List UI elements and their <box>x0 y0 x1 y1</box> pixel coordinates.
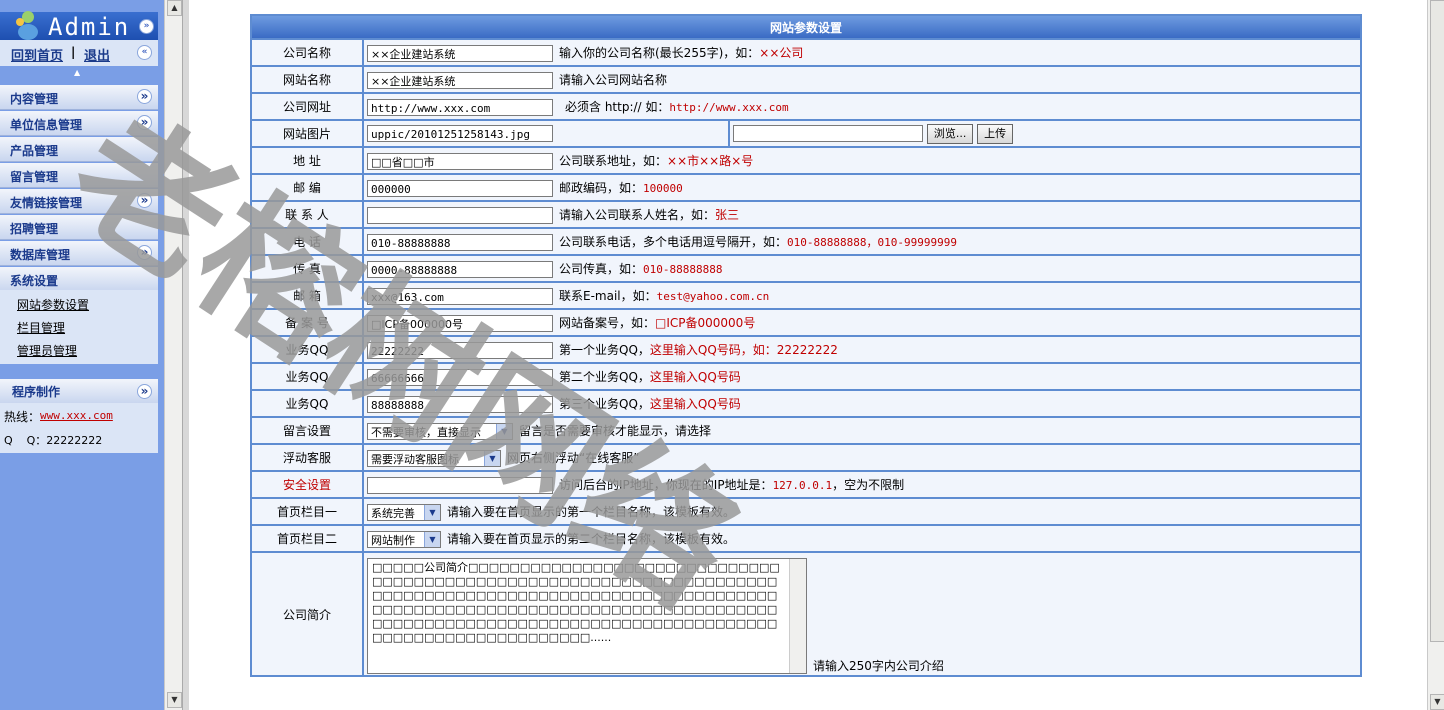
row-contact: 联 系 人 请输入公司联系人姓名，如：张三 <box>252 202 1360 227</box>
company-url-input[interactable]: http://www.xxx.com <box>367 98 553 116</box>
row-icp: 备 案 号 □ICP备000000号 网站备案号，如：□ICP备000000号 <box>252 310 1360 335</box>
submenu-site-params[interactable]: 网站参数设置 <box>17 296 89 313</box>
email-input[interactable]: xxx@163.com <box>367 287 553 305</box>
icp-input[interactable]: □ICP备000000号 <box>367 314 553 332</box>
main-area: 网站参数设置 公司名称 ××企业建站系统 输入你的公司名称(最长255字)，如：×… <box>189 0 1427 710</box>
main-scrollbar[interactable]: ▼ <box>1427 0 1444 710</box>
scroll-up-icon[interactable]: ▲ <box>167 0 182 16</box>
left-scrollbar[interactable]: ▲ ▼ <box>164 0 182 710</box>
expand-icon[interactable]: » <box>137 384 152 399</box>
scroll-down-icon[interactable]: ▼ <box>167 692 182 708</box>
qq2-input[interactable]: 66666666 <box>367 368 553 386</box>
address-input[interactable]: □□省□□市 <box>367 152 553 170</box>
chevron-down-icon[interactable]: ▼ <box>484 450 500 466</box>
row-fax: 传 真 0000-88888888 公司传真，如：010-88888888 <box>252 256 1360 281</box>
row-home-col2: 首页栏目二 网站制作 ▼ 请输入要在首页显示的第二个栏目名称，该模板有效。 <box>252 526 1360 551</box>
row-postcode: 邮 编 000000 邮政编码，如：100000 <box>252 175 1360 200</box>
menu-unit-info[interactable]: 单位信息管理» <box>0 111 158 136</box>
chevron-down-icon[interactable]: ▼ <box>496 423 512 439</box>
menu-messages[interactable]: 留言管理 <box>0 163 158 188</box>
scroll-up-icon[interactable]: ▲ <box>74 68 80 77</box>
row-site-name: 网站名称 ××企业建站系统 请输入公司网站名称 <box>252 67 1360 92</box>
fax-input[interactable]: 0000-88888888 <box>367 260 553 278</box>
menu-products[interactable]: 产品管理 <box>0 137 158 162</box>
separator: | <box>71 45 76 59</box>
row-qq3: 业务QQ 88888888 第三个业务QQ，这里输入QQ号码 <box>252 391 1360 416</box>
admin-logo-icon <box>16 11 38 40</box>
admin-header: Admin » <box>0 11 158 41</box>
menu-links[interactable]: 友情链接管理» <box>0 189 158 214</box>
submenu-admins[interactable]: 管理员管理 <box>17 342 77 359</box>
menu-database[interactable]: 数据库管理» <box>0 241 158 266</box>
upload-button[interactable]: 上传 <box>977 123 1014 144</box>
row-site-image: 网站图片 uppic/20101251258143.jpg 浏览... 上传 <box>252 121 1360 146</box>
row-message-setting: 留言设置 不需要审核，直接显示 ▼ 留言是否需要审核才能显示，请选择 <box>252 418 1360 443</box>
phone-input[interactable]: 010-88888888 <box>367 233 553 251</box>
qq3-input[interactable]: 88888888 <box>367 395 553 413</box>
form-title: 网站参数设置 <box>252 16 1360 38</box>
expand-icon[interactable]: » <box>137 245 152 260</box>
postcode-input[interactable]: 000000 <box>367 179 553 197</box>
site-name-input[interactable]: ××企业建站系统 <box>367 71 553 89</box>
row-security: 安全设置 访问后台的IP地址，你现在的IP地址是：127.0.0.1，空为不限制 <box>252 472 1360 497</box>
home-col2-select[interactable]: 网站制作 ▼ <box>367 530 441 548</box>
expand-icon[interactable]: » <box>137 89 152 104</box>
row-home-col1: 首页栏目一 系统完善 ▼ 请输入要在首页显示的第一个栏目名称，该模板有效。 <box>252 499 1360 524</box>
row-address: 地 址 □□省□□市 公司联系地址，如：××市××路×号 <box>252 148 1360 173</box>
float-service-select[interactable]: 需要浮动客服图标 ▼ <box>367 449 501 467</box>
row-qq1: 业务QQ 22222222 第一个业务QQ，这里输入QQ号码，如：22222222 <box>252 337 1360 362</box>
security-ip-input[interactable] <box>367 476 553 494</box>
qq1-input[interactable]: 22222222 <box>367 341 553 359</box>
message-select[interactable]: 不需要审核，直接显示 ▼ <box>367 422 513 440</box>
scroll-down-icon[interactable]: ▼ <box>1430 694 1444 710</box>
file-path-input[interactable] <box>733 125 923 142</box>
system-submenu: 网站参数设置 栏目管理 管理员管理 <box>0 290 158 364</box>
chevron-down-icon[interactable]: ▼ <box>424 504 440 520</box>
browse-button[interactable]: 浏览... <box>926 123 974 144</box>
hotline-label: 热线： <box>4 410 41 424</box>
row-email: 邮 箱 xxx@163.com 联系E-mail，如：test@yahoo.com… <box>252 283 1360 308</box>
row-intro: 公司简介 □□□□□公司简介□□□□□□□□□□□□□□□□□□□□□□□□□□… <box>252 553 1360 675</box>
home-link[interactable]: 回到首页 <box>11 45 63 64</box>
row-company-url: 公司网址 http://www.xxx.com 必须含 http:// 如：htt… <box>252 94 1360 119</box>
row-qq2: 业务QQ 66666666 第二个业务QQ，这里输入QQ号码 <box>252 364 1360 389</box>
left-frame: Admin » 回到首页 | 退出 « ▲ 内容管理» 单位信息管理» 产品管理… <box>0 0 164 710</box>
expand-icon[interactable]: » <box>137 115 152 130</box>
intro-textarea[interactable]: □□□□□公司简介□□□□□□□□□□□□□□□□□□□□□□□□□□□□□□□… <box>367 557 807 674</box>
row-float-service: 浮动客服 需要浮动客服图标 ▼ 网页右侧浮动“在线客服” <box>252 445 1360 470</box>
textarea-scrollbar[interactable] <box>789 558 806 673</box>
chevron-down-icon[interactable]: ▼ <box>424 531 440 547</box>
home-bar: 回到首页 | 退出 « <box>0 40 158 66</box>
site-image-input[interactable]: uppic/20101251258143.jpg <box>367 125 553 142</box>
program-header: 程序制作 » <box>0 379 158 403</box>
row-company-name: 公司名称 ××企业建站系统 输入你的公司名称(最长255字)，如：××公司 <box>252 40 1360 65</box>
submenu-columns[interactable]: 栏目管理 <box>17 319 65 336</box>
row-phone: 电 话 010-88888888 公司联系电话，多个电话用逗号隔开，如：010-8… <box>252 229 1360 254</box>
company-name-input[interactable]: ××企业建站系统 <box>367 44 553 62</box>
settings-form: 网站参数设置 公司名称 ××企业建站系统 输入你的公司名称(最长255字)，如：×… <box>250 14 1362 677</box>
logout-link[interactable]: 退出 <box>84 45 110 64</box>
program-info: 热线： www.xxx.com Q Q：22222222 <box>0 403 158 453</box>
hotline-link[interactable]: www.xxx.com <box>40 409 113 422</box>
collapse-icon[interactable]: » <box>139 19 154 34</box>
expand-icon[interactable]: » <box>137 193 152 208</box>
admin-title: Admin <box>48 13 131 41</box>
qq-info: Q Q：22222222 <box>4 434 103 447</box>
hide-sidebar-icon[interactable]: « <box>137 45 152 60</box>
menu-system[interactable]: 系统设置 <box>0 267 158 292</box>
menu-content[interactable]: 内容管理» <box>0 85 158 110</box>
home-col1-select[interactable]: 系统完善 ▼ <box>367 503 441 521</box>
menu-jobs[interactable]: 招聘管理 <box>0 215 158 240</box>
contact-input[interactable] <box>367 206 553 224</box>
scroll-thumb[interactable] <box>1430 0 1444 642</box>
